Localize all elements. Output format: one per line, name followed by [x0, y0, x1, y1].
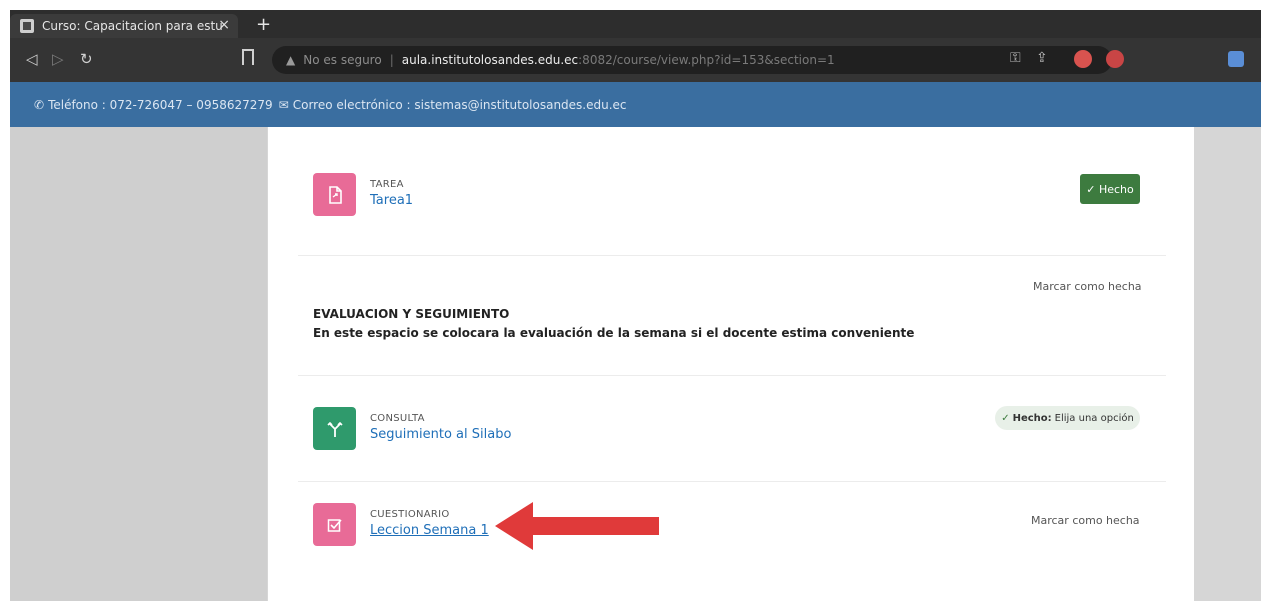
site-favicon-icon: [20, 19, 34, 33]
browser-tab[interactable]: Curso: Capacitacion para estudia ×: [10, 14, 238, 38]
not-secure-label: No es seguro: [303, 53, 382, 67]
choice-status-text: Elija una opción: [1054, 412, 1134, 424]
done-label: Hecho: [1098, 182, 1134, 196]
new-tab-button[interactable]: +: [256, 14, 271, 35]
share-icon[interactable]: ⇪: [1036, 50, 1048, 66]
tab-close-icon[interactable]: ×: [218, 17, 230, 33]
check-icon: ✓: [1001, 412, 1010, 424]
divider: [298, 255, 1166, 256]
phone-text: Teléfono : 072-726047 – 0958627279: [48, 97, 273, 112]
mark-done-link[interactable]: Marcar como hecha: [1033, 280, 1142, 293]
forward-icon[interactable]: ▷: [52, 50, 64, 68]
section-description: En este espacio se colocara la evaluació…: [313, 326, 915, 340]
browser-tabstrip: Curso: Capacitacion para estudia × +: [10, 10, 1261, 38]
tab-title: Curso: Capacitacion para estudia: [42, 19, 222, 33]
warning-icon: ▲: [286, 53, 296, 67]
activity-type: CUESTIONARIO: [370, 509, 450, 520]
activity-type: TAREA: [370, 179, 404, 190]
bookmark-icon[interactable]: [242, 49, 254, 65]
divider: [298, 375, 1166, 376]
section-title: EVALUACION Y SEGUIMIENTO: [313, 307, 510, 321]
check-icon: ✓: [1086, 182, 1099, 196]
address-bar[interactable]: ▲ No es seguro | aula.institutolosandes.…: [272, 46, 1112, 74]
completion-status-pill: ✓ Hecho: Elija una opción: [995, 406, 1140, 430]
choice-icon: [313, 407, 356, 450]
url-separator: |: [389, 53, 394, 67]
page-background-right: [1195, 127, 1261, 601]
reload-icon[interactable]: ↻: [80, 50, 93, 68]
activity-type: CONSULTA: [370, 413, 425, 424]
email-text: Correo electrónico : sistemas@institutol…: [292, 97, 627, 112]
done-button[interactable]: ✓ Hecho: [1080, 174, 1140, 204]
assignment-icon: [313, 173, 356, 216]
phone-icon: ✆: [34, 97, 45, 112]
mark-done-link[interactable]: Marcar como hecha: [1031, 514, 1140, 527]
extension-icon[interactable]: [1228, 51, 1244, 67]
url-path: :8082/course/view.php?id=153&section=1: [578, 53, 835, 67]
course-content-card: TAREA Tarea1 ✓ Hecho Marcar como hecha E…: [267, 127, 1195, 601]
mail-icon: ✉: [278, 97, 289, 112]
browser-toolbar: ◁ ▷ ↻ ▲ No es seguro | aula.institutolos…: [10, 38, 1261, 82]
rewards-icon[interactable]: [1106, 50, 1124, 68]
url-host: aula.institutolosandes.edu.ec: [401, 53, 579, 67]
activity-link[interactable]: Tarea1: [370, 193, 413, 208]
site-info-bar: ✆ Teléfono : 072-726047 – 0958627279 ✉ C…: [10, 82, 1261, 127]
divider: [298, 481, 1166, 482]
activity-link[interactable]: Leccion Semana 1: [370, 523, 489, 538]
brave-shield-icon[interactable]: [1074, 50, 1092, 68]
annotation-arrow-icon: [495, 502, 659, 550]
quiz-icon: [313, 503, 356, 546]
back-icon[interactable]: ◁: [26, 50, 38, 68]
key-icon[interactable]: ⚿: [1010, 50, 1021, 66]
done-status-label: Hecho:: [1012, 412, 1052, 424]
activity-link[interactable]: Seguimiento al Silabo: [370, 427, 511, 442]
